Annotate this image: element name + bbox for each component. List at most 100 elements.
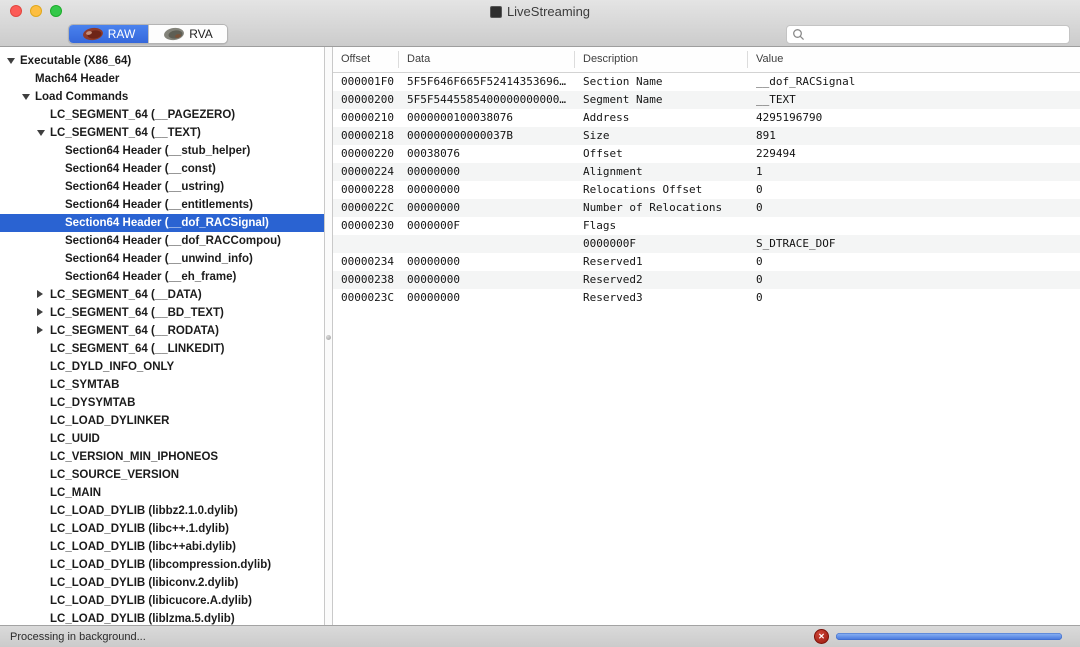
sidebar-item[interactable]: LC_LOAD_DYLIB (libbz2.1.0.dylib)	[0, 502, 324, 520]
segment-raw-button[interactable]: RAW	[69, 25, 148, 43]
table-cell: Flags	[575, 217, 748, 235]
table-row[interactable]: 0000000FS_DTRACE_DOF	[333, 235, 1080, 253]
titlebar-toolbar: LiveStreaming RAW	[0, 0, 1080, 47]
sidebar-item[interactable]: Mach64 Header	[0, 70, 324, 88]
sidebar-item[interactable]: LC_LOAD_DYLIB (libc++.1.dylib)	[0, 520, 324, 538]
table-row[interactable]: 000002100000000100038076Address429519679…	[333, 109, 1080, 127]
raw-rva-segmented-control: RAW RVA	[68, 24, 228, 44]
segment-rva-button[interactable]: RVA	[148, 25, 227, 43]
search-field[interactable]	[786, 25, 1070, 44]
sidebar-item-label: Executable (X86_64)	[20, 55, 131, 67]
table-cell: 00000000	[399, 181, 575, 199]
main-content: Executable (X86_64) Mach64 Header Load Com…	[0, 47, 1080, 625]
sidebar-item[interactable]: LC_DYSYMTAB	[0, 394, 324, 412]
sidebar-item[interactable]: Section64 Header (__ustring)	[0, 178, 324, 196]
raw-steak-icon	[82, 27, 104, 41]
disclosure-expanded-icon[interactable]	[37, 130, 45, 136]
sidebar-item-label: LC_SEGMENT_64 (__BD_TEXT)	[50, 307, 224, 319]
sidebar-item[interactable]: Section64 Header (__const)	[0, 160, 324, 178]
table-cell: Reserved1	[575, 253, 748, 271]
table-cell: Size	[575, 127, 748, 145]
table-cell: 00000200	[333, 91, 399, 109]
sidebar-item[interactable]: Section64 Header (__entitlements)	[0, 196, 324, 214]
table-row[interactable]: 00000218000000000000037BSize891	[333, 127, 1080, 145]
table-cell: Relocations Offset	[575, 181, 748, 199]
sidebar-item[interactable]: LC_MAIN	[0, 484, 324, 502]
sidebar-item-label: Section64 Header (__dof_RACCompou)	[65, 235, 281, 247]
table-cell: 000001F0	[333, 73, 399, 91]
sidebar-item-label: LC_LOAD_DYLIB (libc++abi.dylib)	[50, 541, 236, 553]
sidebar-item[interactable]: LC_LOAD_DYLIB (liblzma.5.dylib)	[0, 610, 324, 625]
sidebar-item[interactable]: LC_DYLD_INFO_ONLY	[0, 358, 324, 376]
table-cell: 0000000F	[575, 235, 748, 253]
sidebar-item[interactable]: LC_SYMTAB	[0, 376, 324, 394]
sidebar-item[interactable]: LC_UUID	[0, 430, 324, 448]
table-cell: S_DTRACE_DOF	[748, 235, 1080, 253]
table-cell: 00000224	[333, 163, 399, 181]
table-row[interactable]: 000001F05F5F646F665F52414353696…Section …	[333, 73, 1080, 91]
outline-tree: Executable (X86_64) Mach64 Header Load Com…	[0, 47, 324, 625]
table-row[interactable]: 0000023800000000Reserved20	[333, 271, 1080, 289]
disclosure-expanded-icon[interactable]	[22, 94, 30, 100]
sidebar-item-label: LC_LOAD_DYLIB (libcompression.dylib)	[50, 559, 271, 571]
table-row[interactable]: 0000022800000000Relocations Offset0	[333, 181, 1080, 199]
table-cell: 00000220	[333, 145, 399, 163]
sidebar-item[interactable]: LC_LOAD_DYLIB (libcompression.dylib)	[0, 556, 324, 574]
disclosure-collapsed-icon[interactable]	[37, 308, 43, 316]
sidebar-item[interactable]: LC_LOAD_DYLIB (libicucore.A.dylib)	[0, 592, 324, 610]
column-header-value: Value	[748, 51, 1080, 68]
sidebar-item-label: LC_LOAD_DYLIB (liblzma.5.dylib)	[50, 613, 235, 625]
sidebar-item[interactable]: Section64 Header (__unwind_info)	[0, 250, 324, 268]
sidebar-item[interactable]: Section64 Header (__dof_RACCompou)	[0, 232, 324, 250]
pane-splitter[interactable]	[324, 47, 333, 625]
sidebar-item[interactable]: LC_LOAD_DYLIB (libiconv.2.dylib)	[0, 574, 324, 592]
table-cell: 0	[748, 181, 1080, 199]
table-cell: 1	[748, 163, 1080, 181]
table-row[interactable]: 0000023400000000Reserved10	[333, 253, 1080, 271]
sidebar-item-label: LC_LOAD_DYLIB (libicucore.A.dylib)	[50, 595, 252, 607]
sidebar-item-label: Load Commands	[35, 91, 128, 103]
sidebar-item-label: LC_SOURCE_VERSION	[50, 469, 179, 481]
table-row[interactable]: 0000022000038076Offset229494	[333, 145, 1080, 163]
disclosure-expanded-icon[interactable]	[7, 58, 15, 64]
sidebar-item[interactable]: LC_SEGMENT_64 (__LINKEDIT)	[0, 340, 324, 358]
sidebar-item[interactable]: LC_LOAD_DYLINKER	[0, 412, 324, 430]
table-cell: 891	[748, 127, 1080, 145]
status-text: Processing in background...	[0, 631, 146, 643]
sidebar-item[interactable]: Section64 Header (__dof_RACSignal)	[0, 214, 324, 232]
sidebar-item-label: Section64 Header (__dof_RACSignal)	[65, 217, 269, 229]
table-cell: Offset	[575, 145, 748, 163]
sidebar-item[interactable]: LC_SEGMENT_64 (__PAGEZERO)	[0, 106, 324, 124]
table-cell: 0000000100038076	[399, 109, 575, 127]
sidebar-item-label: Section64 Header (__const)	[65, 163, 216, 175]
sidebar-item[interactable]: LC_SEGMENT_64 (__DATA)	[0, 286, 324, 304]
disclosure-collapsed-icon[interactable]	[37, 326, 43, 334]
sidebar-item[interactable]: LC_VERSION_MIN_IPHONEOS	[0, 448, 324, 466]
sidebar-item[interactable]: LC_SOURCE_VERSION	[0, 466, 324, 484]
table-cell: 5F5F646F665F52414353696…	[399, 73, 575, 91]
table-cell: 00000238	[333, 271, 399, 289]
table-header-row: OffsetDataDescriptionValue	[333, 47, 1080, 73]
search-input[interactable]	[808, 27, 1064, 42]
window-title-area: LiveStreaming	[0, 3, 1080, 20]
table-cell: 00000000	[399, 271, 575, 289]
table-row[interactable]: 0000022400000000Alignment1	[333, 163, 1080, 181]
sidebar-item[interactable]: Executable (X86_64)	[0, 52, 324, 70]
sidebar-item[interactable]: LC_SEGMENT_64 (__TEXT)	[0, 124, 324, 142]
sidebar-item[interactable]: LC_SEGMENT_64 (__RODATA)	[0, 322, 324, 340]
table-row[interactable]: 0000022C00000000Number of Relocations0	[333, 199, 1080, 217]
table-cell: 0	[748, 289, 1080, 307]
cancel-progress-button[interactable]: ✕	[814, 629, 829, 644]
table-row[interactable]: 000002300000000FFlags	[333, 217, 1080, 235]
table-row[interactable]: 0000023C00000000Reserved30	[333, 289, 1080, 307]
segment-rva-label: RVA	[189, 27, 213, 41]
table-row[interactable]: 000002005F5F5445585400000000000…Segment …	[333, 91, 1080, 109]
table-cell: 0000000F	[399, 217, 575, 235]
sidebar-item[interactable]: Section64 Header (__eh_frame)	[0, 268, 324, 286]
disclosure-collapsed-icon[interactable]	[37, 290, 43, 298]
sidebar-item[interactable]: LC_SEGMENT_64 (__BD_TEXT)	[0, 304, 324, 322]
sidebar-item[interactable]: Section64 Header (__stub_helper)	[0, 142, 324, 160]
sidebar-item-label: Section64 Header (__stub_helper)	[65, 145, 250, 157]
sidebar-item[interactable]: Load Commands	[0, 88, 324, 106]
sidebar-item[interactable]: LC_LOAD_DYLIB (libc++abi.dylib)	[0, 538, 324, 556]
